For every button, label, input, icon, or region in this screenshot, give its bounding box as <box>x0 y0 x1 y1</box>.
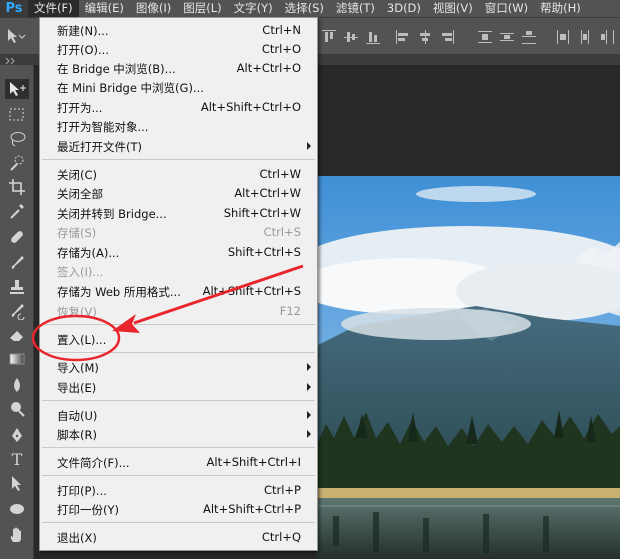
menu-item-import[interactable]: 导入(M) <box>40 358 317 377</box>
align-top-icon[interactable] <box>322 30 336 44</box>
menu-item-recent-files[interactable]: 最近打开文件(T) <box>40 137 317 156</box>
menu-separator <box>42 447 315 448</box>
gradient-tool-icon[interactable] <box>5 349 29 369</box>
menu-item-open-as[interactable]: 打开为... Alt+Shift+Ctrl+O <box>40 98 317 117</box>
menu-item-browse-mini-bridge[interactable]: 在 Mini Bridge 中浏览(G)... <box>40 78 317 97</box>
menu-item-new[interactable]: 新建(N)... Ctrl+N <box>40 21 317 40</box>
history-brush-tool-icon[interactable] <box>5 301 29 321</box>
menu-filter[interactable]: 滤镜(T) <box>330 0 381 17</box>
menu-item-open-smart-object[interactable]: 打开为智能对象... <box>40 117 317 136</box>
menu-item-close-all[interactable]: 关闭全部 Alt+Ctrl+W <box>40 184 317 203</box>
clone-stamp-tool-icon[interactable] <box>5 277 29 297</box>
distribute-vcenter-icon[interactable] <box>500 30 514 44</box>
submenu-arrow-icon <box>307 142 311 150</box>
submenu-arrow-icon <box>307 363 311 371</box>
align-bottom-icon[interactable] <box>366 30 380 44</box>
crop-tool-icon[interactable] <box>5 177 29 197</box>
menu-separator <box>42 352 315 353</box>
menu-item-file-info[interactable]: 文件简介(F)... Alt+Shift+Ctrl+I <box>40 453 317 472</box>
menu-view[interactable]: 视图(V) <box>427 0 479 17</box>
distribute-top-icon[interactable] <box>478 30 492 44</box>
menu-image[interactable]: 图像(I) <box>130 0 177 17</box>
align-left-icon[interactable] <box>396 30 410 44</box>
menu-layer[interactable]: 图层(L) <box>177 0 227 17</box>
tools-panel: T <box>0 65 34 559</box>
hand-tool-icon[interactable] <box>5 525 29 545</box>
menu-item-exit[interactable]: 退出(X) Ctrl+Q <box>40 528 317 547</box>
align-hcenter-icon[interactable] <box>418 30 432 44</box>
distribute-hcenter-icon[interactable] <box>578 30 592 44</box>
blur-tool-icon[interactable] <box>5 375 29 395</box>
menu-edit[interactable]: 编辑(E) <box>79 0 130 17</box>
distribute-bottom-icon[interactable] <box>522 30 536 44</box>
eyedropper-tool-icon[interactable] <box>5 201 29 221</box>
menu-separator <box>42 400 315 401</box>
menu-file[interactable]: 文件(F) <box>28 0 79 17</box>
photoshop-logo: Ps <box>0 0 28 17</box>
menu-type[interactable]: 文字(Y) <box>228 0 279 17</box>
menu-select[interactable]: 选择(S) <box>279 0 330 17</box>
distribute-left-icon[interactable] <box>556 30 570 44</box>
menu-separator <box>42 475 315 476</box>
menu-item-revert: 恢复(V) F12 <box>57 304 301 319</box>
ellipse-tool-icon[interactable] <box>5 499 29 519</box>
menu-item-close-goto-bridge[interactable]: 关闭并转到 Bridge... Shift+Ctrl+W <box>40 204 317 223</box>
marquee-tool-icon[interactable] <box>5 105 29 125</box>
menu-help[interactable]: 帮助(H) <box>534 0 587 17</box>
align-right-icon[interactable] <box>440 30 454 44</box>
menu-separator <box>42 522 315 523</box>
menu-3d[interactable]: 3D(D) <box>381 0 427 17</box>
menu-window[interactable]: 窗口(W) <box>479 0 534 17</box>
menu-item-save-as[interactable]: 存储为(A)... Shift+Ctrl+S <box>40 243 317 262</box>
submenu-arrow-icon <box>307 383 311 391</box>
lasso-tool-icon[interactable] <box>5 129 29 149</box>
menu-item-export[interactable]: 导出(E) <box>40 378 317 397</box>
brush-tool-icon[interactable] <box>5 253 29 273</box>
menu-item-save-for-web[interactable]: 存储为 Web 所用格式... Alt+Shift+Ctrl+S <box>40 282 317 301</box>
move-tool-icon[interactable] <box>5 79 29 99</box>
align-vcenter-icon[interactable] <box>344 30 358 44</box>
menu-separator <box>42 324 315 325</box>
menu-bar: Ps 文件(F) 编辑(E) 图像(I) 图层(L) 文字(Y) 选择(S) 滤… <box>0 0 620 18</box>
submenu-arrow-icon <box>307 411 311 419</box>
menu-item-place[interactable]: 置入(L)... <box>40 330 317 349</box>
type-tool-icon[interactable]: T <box>5 449 29 469</box>
move-tool-preset-icon[interactable] <box>4 26 26 46</box>
menu-item-close[interactable]: 关闭(C) Ctrl+W <box>40 165 317 184</box>
document-image <box>316 176 620 559</box>
menu-item-open[interactable]: 打开(O)... Ctrl+O <box>40 40 317 59</box>
menu-item-check-in: 签入(I)... <box>57 265 104 279</box>
menu-item-browse-bridge[interactable]: 在 Bridge 中浏览(B)... Alt+Ctrl+O <box>40 59 317 78</box>
file-menu-dropdown: 新建(N)... Ctrl+N 打开(O)... Ctrl+O 在 Bridge 中… <box>39 17 318 551</box>
healing-brush-tool-icon[interactable] <box>5 227 29 247</box>
pen-tool-icon[interactable] <box>5 425 29 445</box>
eraser-tool-icon[interactable] <box>5 325 29 345</box>
menu-separator <box>42 159 315 160</box>
distribute-right-icon[interactable] <box>600 30 614 44</box>
menu-item-print-one-copy[interactable]: 打印一份(Y) Alt+Shift+Ctrl+P <box>40 500 317 519</box>
menu-item-scripts[interactable]: 脚本(R) <box>40 425 317 444</box>
dodge-tool-icon[interactable] <box>5 399 29 419</box>
menu-item-save: 存储(S) Ctrl+S <box>57 225 301 240</box>
quick-selection-tool-icon[interactable] <box>5 153 29 173</box>
menu-item-automate[interactable]: 自动(U) <box>40 406 317 425</box>
path-selection-tool-icon[interactable] <box>5 473 29 493</box>
menu-item-print[interactable]: 打印(P)... Ctrl+P <box>40 481 317 500</box>
submenu-arrow-icon <box>307 430 311 438</box>
